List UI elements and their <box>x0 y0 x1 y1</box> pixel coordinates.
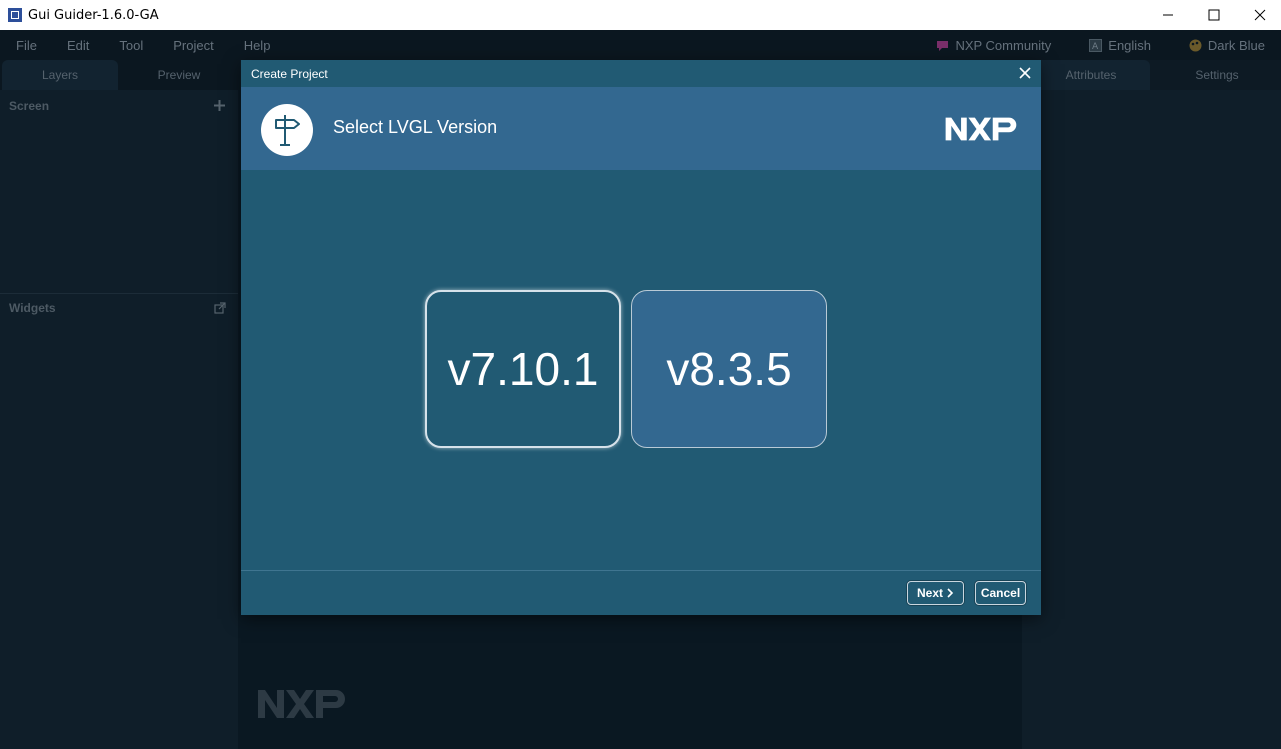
community-icon <box>937 41 949 51</box>
next-button[interactable]: Next <box>907 581 964 605</box>
section-divider <box>0 293 238 294</box>
tab-layers-label: Layers <box>41 68 79 82</box>
window-titlebar: Gui Guider-1.6.0-GA <box>0 0 1281 30</box>
dialog-close-icon[interactable] <box>1017 65 1033 81</box>
tab-preview[interactable]: Preview <box>120 60 238 90</box>
tab-settings[interactable]: Settings <box>1155 60 1279 90</box>
language-label: English <box>1108 37 1151 53</box>
tab-layers[interactable]: Layers <box>2 60 118 90</box>
language-selector[interactable]: A English <box>1089 38 1151 53</box>
add-screen-icon[interactable] <box>214 100 225 111</box>
close-window-button[interactable] <box>1237 0 1281 30</box>
palette-icon <box>1189 39 1202 51</box>
version-option-v8[interactable]: v8.3.5 <box>631 290 827 448</box>
tab-preview-label: Preview <box>157 68 201 82</box>
menu-tool[interactable]: Tool <box>119 38 143 53</box>
chevron-right-icon <box>947 588 954 598</box>
canvas-nxp-logo <box>258 690 345 718</box>
right-panel <box>1022 90 1281 749</box>
maximize-icon <box>1208 9 1220 21</box>
menu-project[interactable]: Project <box>173 38 213 53</box>
cancel-button-label: Cancel <box>980 586 1021 600</box>
nxp-community-link[interactable]: NXP Community <box>936 38 1051 53</box>
dialog-header-title: Select LVGL Version <box>333 117 498 137</box>
menu-bar: File Edit Tool Project Help NXP Communit… <box>0 30 1281 60</box>
dialog-title: Create Project <box>251 66 328 81</box>
screen-section-label: Screen <box>9 99 50 113</box>
nxp-logo <box>945 117 1017 141</box>
close-icon <box>1254 9 1266 21</box>
footer-divider <box>241 570 1041 571</box>
theme-selector[interactable]: Dark Blue <box>1189 38 1265 53</box>
cancel-button[interactable]: Cancel <box>975 581 1026 605</box>
version-option-v7[interactable]: v7.10.1 <box>425 290 621 448</box>
dialog-titlebar: Create Project <box>241 60 1041 87</box>
version-v8-label: v8.3.5 <box>666 343 792 395</box>
left-panel: Screen Widgets <box>0 90 238 749</box>
menu-edit[interactable]: Edit <box>67 38 89 53</box>
signpost-icon-badge <box>261 104 313 156</box>
window-title: Gui Guider-1.6.0-GA <box>28 7 159 23</box>
minimize-icon <box>1163 14 1173 16</box>
theme-label: Dark Blue <box>1207 37 1265 53</box>
nxp-community-label: NXP Community <box>955 37 1052 53</box>
signpost-icon <box>275 115 300 146</box>
menu-help[interactable]: Help <box>244 38 271 53</box>
popout-icon[interactable] <box>214 302 226 314</box>
svg-text:A: A <box>1092 42 1099 52</box>
language-icon: A <box>1089 38 1103 52</box>
dialog-header: Select LVGL Version <box>241 87 1041 170</box>
app-icon <box>8 8 22 22</box>
tab-attributes-label: Attributes <box>1065 68 1117 82</box>
tab-attributes[interactable]: Attributes <box>1032 60 1150 90</box>
tab-settings-label: Settings <box>1195 68 1239 82</box>
create-project-dialog: Create Project Select LVGL Version v7.10… <box>241 60 1041 615</box>
maximize-button[interactable] <box>1191 0 1237 30</box>
menu-file[interactable]: File <box>16 38 37 53</box>
version-v7-label: v7.10.1 <box>447 343 599 395</box>
minimize-button[interactable] <box>1145 0 1191 30</box>
next-button-label: Next <box>916 586 943 600</box>
widgets-section-label: Widgets <box>9 301 56 315</box>
